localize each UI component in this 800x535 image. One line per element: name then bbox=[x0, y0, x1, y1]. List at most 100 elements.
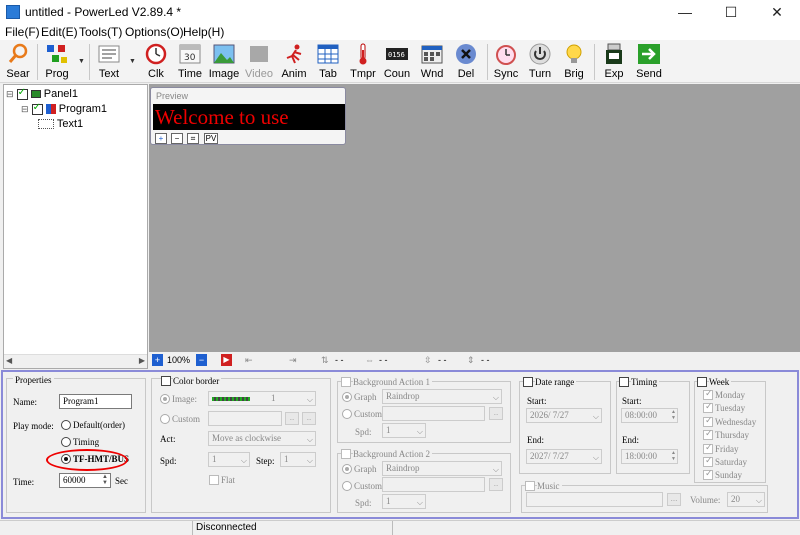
menu-file[interactable]: File(F) bbox=[5, 25, 40, 39]
scroll-left-icon[interactable]: ◀ bbox=[6, 356, 12, 365]
menu-edit[interactable]: Edit(E) bbox=[41, 25, 78, 39]
bg1-browse-button[interactable]: .. bbox=[489, 407, 503, 420]
tree-item-program[interactable]: ⊟ Program1 bbox=[21, 102, 107, 115]
bg2-graph-radio[interactable] bbox=[342, 464, 352, 474]
spinner-icon[interactable]: ▲ ▼ bbox=[671, 410, 676, 422]
collapse-icon[interactable]: ⊟ bbox=[6, 89, 14, 99]
bg2-custom-radio[interactable] bbox=[342, 481, 352, 491]
program-button[interactable]: Prog bbox=[41, 43, 73, 82]
search-button[interactable]: Sear bbox=[2, 43, 34, 82]
bg1-custom-radio[interactable] bbox=[342, 409, 352, 419]
bg-action2-checkbox[interactable] bbox=[341, 449, 351, 459]
bg1-spd-select[interactable]: 1 ⌵ bbox=[382, 423, 426, 438]
music-browse-button[interactable]: ... bbox=[667, 493, 681, 506]
canvas-toolbar: + 100% − ▶ ⇤ ⇥ ⇅ - - ⇔ - - ⇳ - - ⇕ - - bbox=[149, 352, 800, 368]
date-range-checkbox[interactable] bbox=[523, 377, 533, 387]
spinner-icon[interactable]: ▲ ▼ bbox=[102, 474, 108, 486]
brightness-button[interactable]: Brig bbox=[558, 43, 590, 82]
maximize-button[interactable]: ☐ bbox=[708, 0, 754, 24]
mode-default-radio[interactable] bbox=[61, 420, 71, 430]
panel-checkbox[interactable] bbox=[16, 87, 28, 100]
program-checkbox[interactable] bbox=[31, 102, 43, 115]
video-button[interactable]: Video bbox=[243, 43, 275, 82]
day-monday-checkbox[interactable] bbox=[703, 388, 713, 400]
text-button[interactable]: Text bbox=[93, 43, 125, 82]
border-image-radio[interactable] bbox=[160, 394, 170, 404]
music-checkbox[interactable] bbox=[525, 481, 535, 491]
volume-select[interactable]: 20 ⌵ bbox=[727, 492, 765, 507]
flat-checkbox[interactable] bbox=[209, 475, 219, 485]
day-friday-checkbox[interactable] bbox=[703, 442, 713, 454]
tree-item-text[interactable]: Text1 bbox=[38, 118, 83, 130]
browse-button[interactable]: .. bbox=[285, 412, 299, 425]
tree-item-panel[interactable]: ⊟ Panel1 bbox=[6, 87, 78, 100]
zoom-plus-icon[interactable]: + bbox=[152, 354, 163, 366]
led-display-text[interactable]: Welcome to use bbox=[153, 104, 345, 130]
fit-icon[interactable]: ⌗ bbox=[187, 133, 199, 144]
spd-select[interactable]: 1 ⌵ bbox=[208, 452, 250, 467]
delete-button[interactable]: Del bbox=[450, 43, 482, 82]
status-divider bbox=[392, 521, 393, 535]
bg1-graph-select[interactable]: Raindrop ⌵ bbox=[382, 389, 502, 404]
preview-window[interactable]: Preview Welcome to use + − ⌗ PV bbox=[150, 87, 346, 145]
step-select[interactable]: 1 ⌵ bbox=[280, 452, 316, 467]
minimize-button[interactable]: — bbox=[662, 0, 708, 24]
pv-button[interactable]: PV bbox=[204, 133, 218, 144]
bg2-custom-input[interactable] bbox=[382, 477, 485, 492]
day-sunday-checkbox[interactable] bbox=[703, 468, 713, 480]
day-tuesday-checkbox[interactable] bbox=[703, 401, 713, 413]
spinner-icon[interactable]: ▲ ▼ bbox=[671, 451, 676, 463]
mode-timing-radio[interactable] bbox=[61, 437, 71, 447]
zoom-in-button[interactable]: + bbox=[155, 133, 167, 144]
counter-button[interactable]: 0156 Coun bbox=[381, 43, 413, 82]
menu-options[interactable]: Options(O) bbox=[125, 25, 184, 39]
bg-action1-checkbox[interactable] bbox=[341, 377, 351, 387]
move-right-icon[interactable]: ⇥ bbox=[289, 354, 297, 366]
date-end-picker[interactable]: 2027/ 7/27 ⌵ bbox=[526, 449, 602, 464]
image-button[interactable]: Image bbox=[208, 43, 240, 82]
border-image-select[interactable]: 1 ⌵ bbox=[208, 391, 316, 406]
bg1-custom-input[interactable] bbox=[382, 406, 485, 421]
date-start-picker[interactable]: 2026/ 7/27 ⌵ bbox=[526, 408, 602, 423]
close-button[interactable]: ✕ bbox=[754, 0, 800, 24]
timing-start-input[interactable]: 08:00:00 ▲ ▼ bbox=[621, 408, 678, 423]
preview-button[interactable]: .. bbox=[302, 412, 316, 425]
program-name-input[interactable]: Program1 bbox=[59, 394, 132, 409]
chevron-down-icon: ⌵ bbox=[416, 498, 423, 507]
collapse-icon[interactable]: ⊟ bbox=[21, 104, 29, 114]
bg2-browse-button[interactable]: .. bbox=[489, 478, 503, 491]
play-icon[interactable]: ▶ bbox=[221, 354, 232, 366]
design-canvas[interactable]: Preview Welcome to use + − ⌗ PV bbox=[149, 84, 800, 352]
day-wednesday-checkbox[interactable] bbox=[703, 415, 713, 427]
week-checkbox[interactable] bbox=[697, 377, 707, 387]
menu-help[interactable]: Help(H) bbox=[183, 25, 224, 39]
table-button[interactable]: Tab bbox=[312, 43, 344, 82]
act-select[interactable]: Move as clockwise ⌵ bbox=[208, 431, 316, 446]
connection-status: Disconnected bbox=[196, 522, 257, 533]
export-button[interactable]: Exp bbox=[598, 43, 630, 82]
bg2-graph-select[interactable]: Raindrop ⌵ bbox=[382, 461, 502, 476]
day-saturday-checkbox[interactable] bbox=[703, 455, 713, 467]
border-custom-input[interactable] bbox=[208, 411, 282, 426]
move-left-icon[interactable]: ⇤ bbox=[245, 354, 253, 366]
program-dropdown-icon[interactable]: ▼ bbox=[78, 58, 85, 65]
bg1-graph-radio[interactable] bbox=[342, 392, 352, 402]
bg2-spd-select[interactable]: 1 ⌵ bbox=[382, 494, 426, 509]
scroll-right-icon[interactable]: ▶ bbox=[139, 356, 145, 365]
timing-end-input[interactable]: 18:00:00 ▲ ▼ bbox=[621, 449, 678, 464]
music-file-input[interactable] bbox=[526, 492, 663, 507]
bg-action1-title: Background Action 1 bbox=[353, 377, 432, 387]
zoom-out-button[interactable]: − bbox=[171, 133, 183, 144]
day-friday-label: Friday bbox=[715, 444, 739, 454]
width-icon: ⇔ bbox=[365, 355, 374, 365]
zoom-minus-icon[interactable]: − bbox=[196, 354, 207, 366]
text-dropdown-icon[interactable]: ▼ bbox=[129, 58, 136, 65]
day-thursday-checkbox[interactable] bbox=[703, 428, 713, 440]
calendar-dropdown-icon: ⌵ bbox=[592, 453, 599, 462]
menu-tools[interactable]: Tools(T) bbox=[79, 25, 122, 39]
color-border-checkbox[interactable] bbox=[161, 376, 171, 386]
timing-checkbox[interactable] bbox=[619, 377, 629, 387]
tree-horizontal-scrollbar[interactable]: ◀ ▶ bbox=[4, 354, 147, 368]
border-custom-radio[interactable] bbox=[160, 414, 170, 424]
send-button[interactable]: Send bbox=[633, 43, 665, 82]
